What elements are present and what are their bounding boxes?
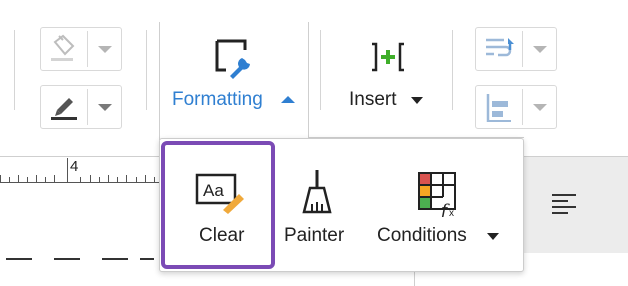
page-break-dash <box>6 258 32 260</box>
toolbar-divider <box>14 30 15 110</box>
formatting-wrench-icon <box>212 36 258 87</box>
insert-button[interactable]: Insert <box>335 30 435 115</box>
page-break-dash <box>54 258 80 260</box>
svg-text:x: x <box>449 208 454 217</box>
conditional-format-item[interactable]: f x Conditions <box>370 143 510 267</box>
formatting-label: Formatting <box>172 89 263 110</box>
insert-label: Insert <box>349 89 397 110</box>
painter-label: Painter <box>284 225 345 246</box>
align-bottom-split-button[interactable] <box>475 85 557 129</box>
chevron-down-icon[interactable] <box>98 104 112 111</box>
formatting-tab-border-left <box>159 22 160 140</box>
chevron-down-icon <box>487 233 499 240</box>
page-break-dash <box>102 258 128 260</box>
ruler: 4 <box>0 157 160 183</box>
toolbar-divider <box>146 30 147 110</box>
formatting-button[interactable]: Formatting <box>165 30 305 115</box>
pen-color-icon[interactable] <box>49 92 79 127</box>
align-bottom-icon <box>485 92 515 129</box>
conditional-format-icon: f x <box>417 171 461 222</box>
grid-line <box>414 270 415 286</box>
align-left-icon[interactable] <box>551 192 577 219</box>
page-break-dash <box>140 258 154 260</box>
chevron-down-icon[interactable] <box>533 46 547 53</box>
toolbar-divider <box>320 30 321 110</box>
ruler-marker-label: 4 <box>70 158 79 175</box>
wrap-text-split-button[interactable] <box>475 27 557 71</box>
conditions-label: Conditions <box>377 225 467 246</box>
wrap-text-icon <box>484 36 516 69</box>
format-painter-icon <box>300 166 334 221</box>
clear-selection-highlight <box>161 141 275 269</box>
chevron-up-icon <box>281 96 295 103</box>
chevron-down-icon[interactable] <box>533 104 547 111</box>
ruler-baseline <box>0 182 160 183</box>
chevron-down-icon[interactable] <box>98 46 112 53</box>
formatting-tab-border-right <box>308 22 309 138</box>
format-painter-item[interactable]: Painter <box>280 143 362 267</box>
text-color-split-button[interactable] <box>40 85 122 129</box>
toolbar-divider <box>452 30 453 110</box>
chevron-down-icon <box>411 97 423 104</box>
fill-color-split-button[interactable] <box>40 27 122 71</box>
paint-bucket-icon[interactable] <box>49 34 77 69</box>
insert-brackets-icon <box>367 38 409 81</box>
